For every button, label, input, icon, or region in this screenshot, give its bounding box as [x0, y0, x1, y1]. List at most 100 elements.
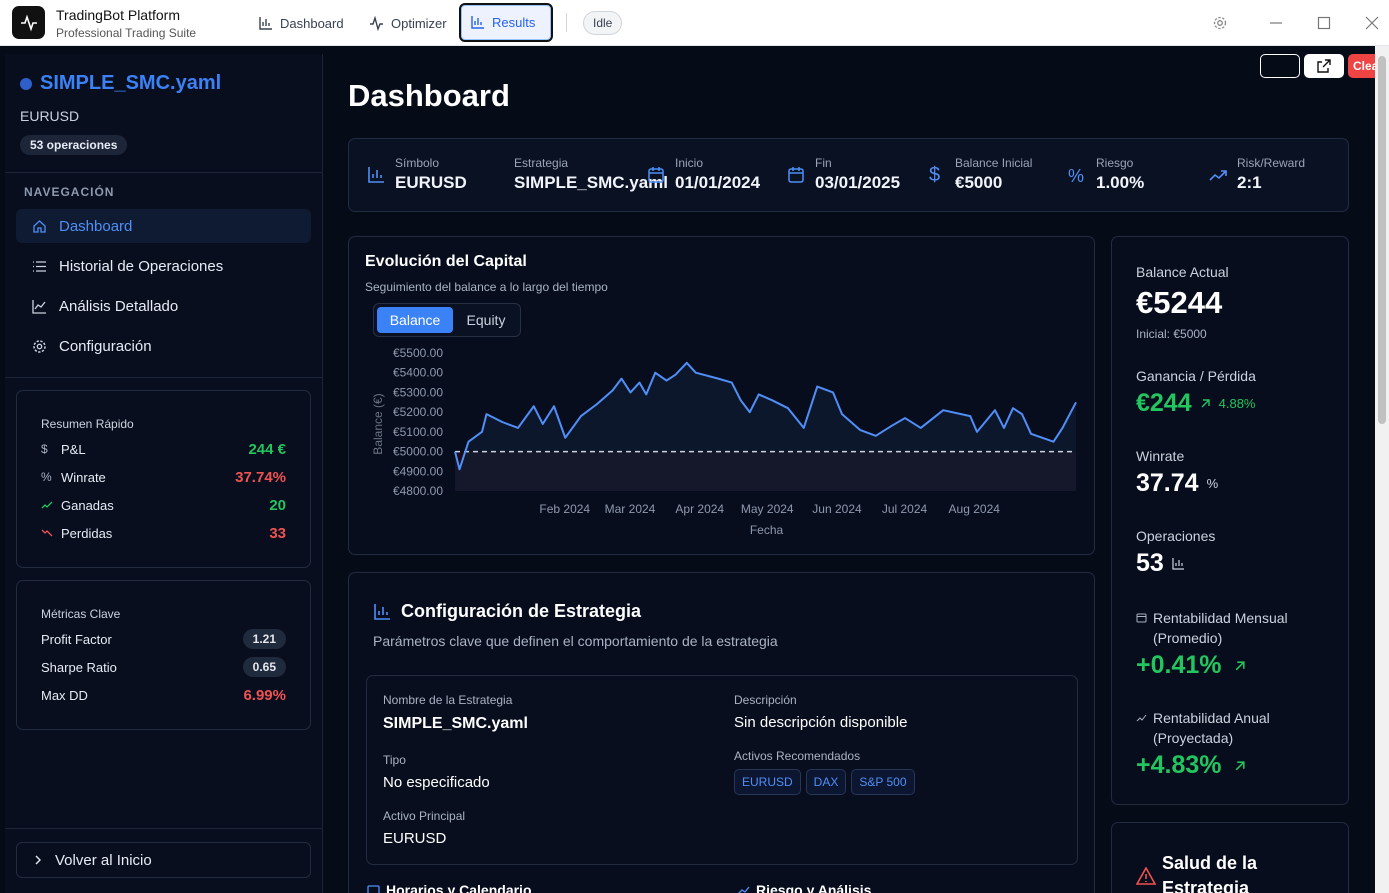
y-tick-label: €5300.00: [393, 385, 443, 399]
summary-label: Perdidas: [61, 525, 113, 541]
arrow-up-right-icon: [1235, 660, 1245, 670]
config-subtitle: Parámetros clave que definen el comporta…: [373, 633, 778, 649]
chevron-right-icon: [35, 855, 41, 865]
stat-label: Riesgo: [1096, 156, 1134, 170]
health-card: Salud de la Estrategia: [1111, 822, 1349, 893]
sidebar-item-label: Dashboard: [59, 217, 133, 235]
metric-row-sharpe: Sharpe Ratio 0.65: [41, 657, 286, 677]
external-link-button[interactable]: [1304, 54, 1344, 78]
title-bar: TradingBot Platform Professional Trading…: [0, 0, 1389, 46]
chart-toggle: Balance Equity: [373, 303, 521, 337]
winrate-value: 37.74: [1136, 469, 1199, 497]
toggle-balance[interactable]: Balance: [377, 307, 453, 333]
dollar-icon: $: [41, 442, 48, 456]
settings-gear-icon[interactable]: [1208, 11, 1232, 35]
sidebar-item-dashboard[interactable]: Dashboard: [16, 209, 311, 243]
tab-dashboard[interactable]: Dashboard: [249, 8, 353, 38]
calendar-icon: [1136, 613, 1147, 623]
divider: [5, 172, 322, 173]
back-to-home-button[interactable]: Volver al Inicio: [16, 842, 311, 878]
y-tick-label: €5400.00: [393, 366, 443, 380]
y-tick-label: €4900.00: [393, 464, 443, 478]
arrow-up-right-icon: [1235, 760, 1245, 770]
x-tick-label: Jun 2024: [812, 502, 862, 516]
config-name-value: SIMPLE_SMC.yaml: [383, 715, 528, 732]
balance-area: [455, 362, 1076, 491]
bar-chart-icon: [374, 603, 390, 620]
x-tick-label: Jul 2024: [882, 502, 928, 516]
y-tick-label: €5100.00: [393, 425, 443, 439]
balance-value: €5244: [1136, 285, 1223, 320]
clear-button[interactable]: Clear: [1348, 54, 1375, 78]
list-icon: [33, 260, 46, 272]
tab-optimizer[interactable]: Optimizer: [360, 8, 456, 38]
winrate-row: 37.74 %: [1136, 469, 1218, 498]
summary-label: Ganadas: [61, 497, 114, 513]
strategy-name: SIMPLE_SMC.yaml: [40, 72, 222, 94]
blank-button[interactable]: [1260, 54, 1300, 78]
toggle-equity[interactable]: Equity: [454, 307, 518, 333]
config-type-value: No especificado: [383, 774, 490, 791]
sidebar-item-configuracion[interactable]: Configuración: [16, 329, 311, 363]
y-tick-label: €4800.00: [393, 484, 443, 498]
metric-row-profit-factor: Profit Factor 1.21: [41, 629, 286, 649]
annual-row: +4.83%: [1136, 751, 1246, 780]
pnl-percent: 4.88%: [1218, 396, 1256, 411]
ops-value: 53: [1136, 549, 1164, 577]
percent-icon: %: [41, 470, 52, 484]
stat-label: Balance Inicial: [955, 156, 1033, 170]
app-subtitle: Professional Trading Suite: [56, 26, 197, 40]
monthly-label: Rentabilidad Mensual: [1153, 610, 1288, 626]
stat-inicio: Inicio 01/01/2024: [647, 156, 760, 193]
summary-label: Winrate: [61, 469, 106, 485]
sidebar-item-historial[interactable]: Historial de Operaciones: [16, 249, 311, 283]
strategy-config-card: Configuración de Estrategia Parámetros c…: [348, 572, 1095, 893]
minimize-icon[interactable]: [1264, 11, 1288, 35]
arrow-up-right-icon: [1201, 399, 1210, 408]
summary-value: 244 €: [248, 440, 286, 458]
balance-label: Balance Actual: [1136, 264, 1229, 280]
stat-balance-inicial: $ Balance Inicial €5000: [929, 156, 1032, 193]
close-icon[interactable]: [1360, 11, 1384, 35]
winrate-unit: %: [1206, 476, 1219, 491]
summary-value: 33: [269, 524, 286, 542]
bar-chart-icon: [471, 16, 484, 29]
gear-icon: [33, 339, 46, 353]
chart-title: Evolución del Capital: [365, 253, 527, 270]
maximize-icon[interactable]: [1312, 11, 1336, 35]
stat-value: 01/01/2024: [675, 173, 761, 192]
operations-badge: 53 operaciones: [20, 135, 128, 155]
key-metrics-title: Métricas Clave: [41, 607, 121, 621]
trend-down-icon: [41, 527, 61, 539]
stat-value: 1.00%: [1096, 173, 1145, 192]
annual-label-sub: (Proyectada): [1153, 730, 1234, 746]
metric-value: 0.65: [242, 657, 286, 677]
ops-row: 53: [1136, 549, 1185, 578]
scrollbar-thumb[interactable]: [1378, 56, 1386, 424]
y-axis-label: Balance (€): [371, 393, 385, 454]
status-dot: [20, 78, 32, 90]
schedule-title: Horarios y Calendario: [386, 882, 532, 893]
stat-label: Fin: [815, 156, 832, 170]
config-rec-label: Activos Recomendados: [734, 749, 861, 763]
asset-tag: DAX: [805, 769, 847, 795]
metric-label: Profit Factor: [41, 631, 112, 647]
stat-simbolo: Símbolo EURUSD: [367, 156, 467, 193]
nav-heading: NAVEGACIÓN: [24, 185, 115, 199]
chart-line-icon: [32, 299, 46, 314]
app-logo-icon: [12, 6, 45, 39]
stat-value: SIMPLE_SMC.yaml: [514, 173, 668, 192]
tab-results[interactable]: Results: [459, 3, 553, 42]
sidebar-item-analisis[interactable]: Análisis Detallado: [16, 289, 311, 323]
trend-up-icon: [738, 886, 750, 893]
balance-summary-card: Balance Actual €5244 Inicial: €5000 Gana…: [1111, 236, 1349, 805]
trend-up-icon: [1136, 714, 1147, 722]
monthly-label-row: Rentabilidad Mensual (Promedio): [1136, 608, 1288, 648]
divider: [5, 828, 322, 829]
x-tick-label: Mar 2024: [605, 502, 656, 516]
winrate-label: Winrate: [1136, 448, 1185, 464]
config-desc-label: Descripción: [734, 693, 797, 707]
health-title-line2: Estrategia: [1162, 878, 1250, 893]
quick-summary-card: Resumen Rápido $ P&L 244 € % Winrate 37.…: [16, 390, 311, 568]
tab-label: Results: [492, 15, 536, 30]
